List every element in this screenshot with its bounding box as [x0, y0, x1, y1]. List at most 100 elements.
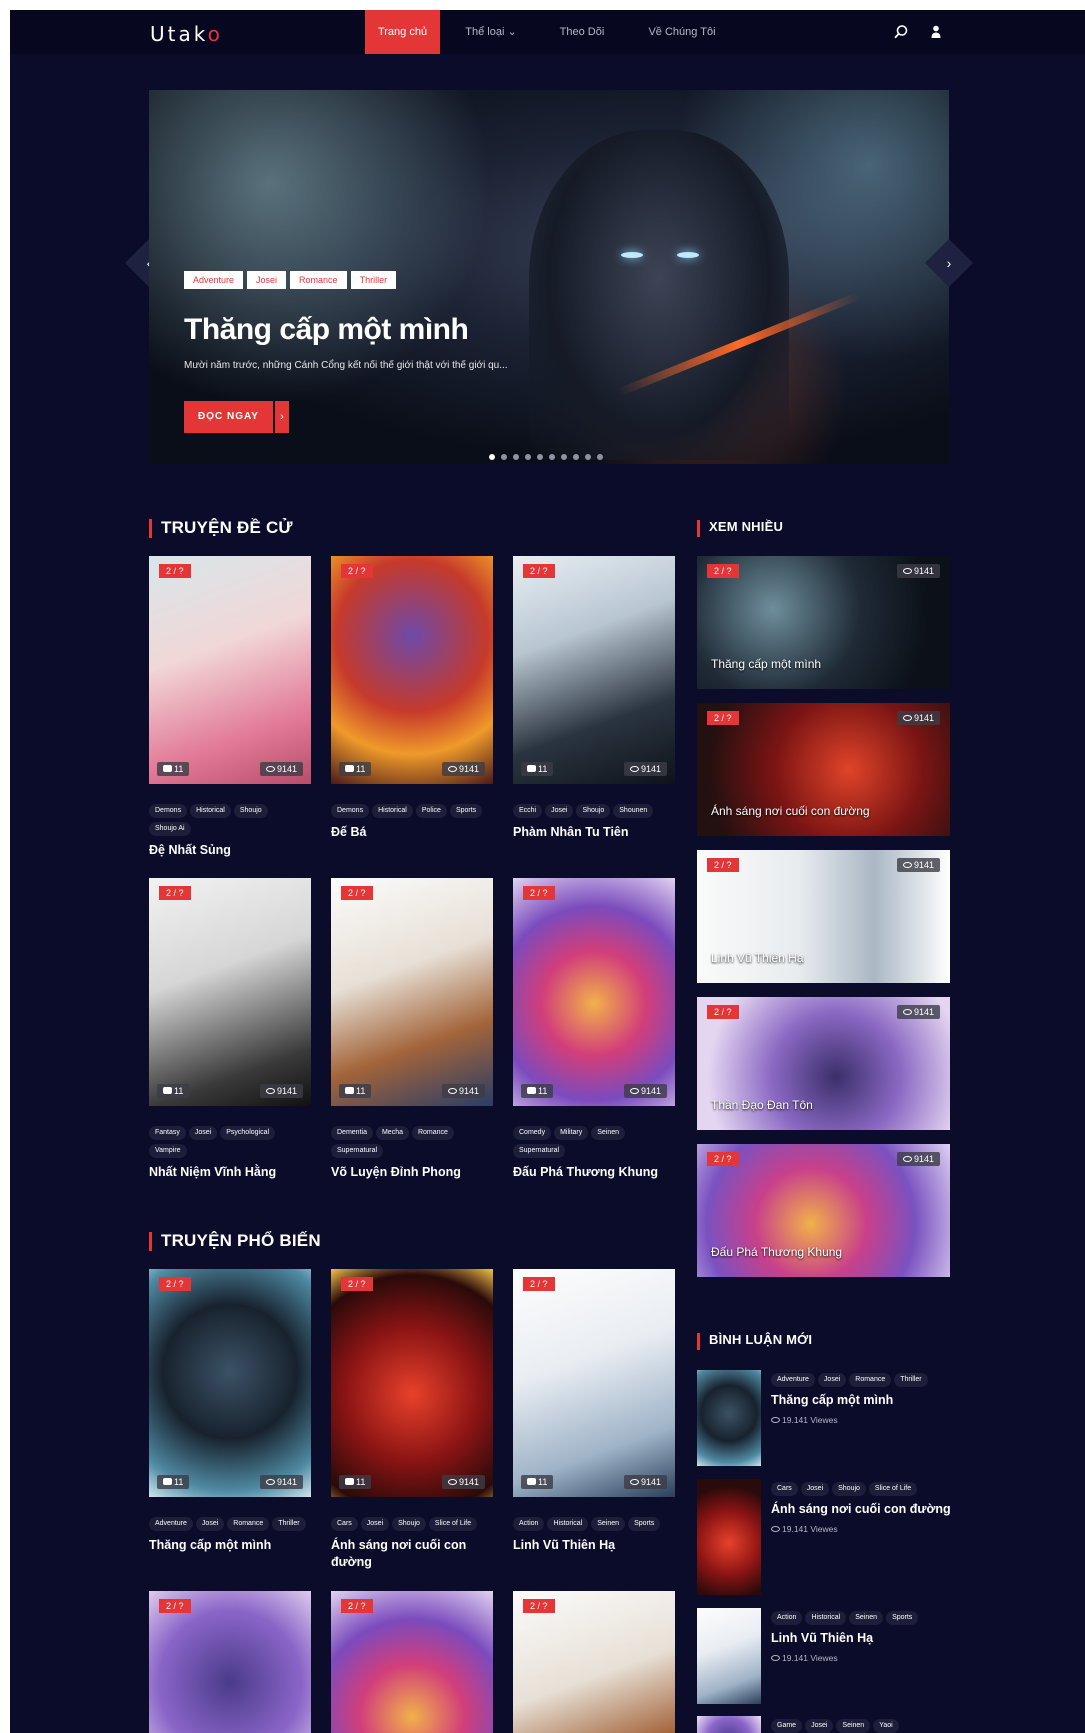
- genre-tag[interactable]: Cars: [771, 1482, 798, 1496]
- most-viewed-title[interactable]: Ánh sáng nơi cuối con đường: [711, 804, 870, 818]
- genre-tag[interactable]: Romance: [227, 1517, 270, 1531]
- comic-cover[interactable]: 2 / ? 11 9141: [331, 878, 493, 1106]
- comment-thumbnail[interactable]: [697, 1716, 761, 1733]
- genre-tag[interactable]: Dementia: [331, 1126, 373, 1140]
- genre-tag[interactable]: Military: [554, 1126, 589, 1140]
- comic-card[interactable]: 2 / ? 11 9141 Fantasy Josei Psychological Vam…: [149, 878, 311, 1181]
- comic-title[interactable]: Đệ Nhất Sủng: [149, 842, 311, 859]
- genre-tag[interactable]: Shoujo: [576, 804, 611, 818]
- slider-dot[interactable]: [525, 454, 531, 460]
- comic-title[interactable]: Thăng cấp một mình: [149, 1537, 311, 1554]
- nav-about[interactable]: Về Chúng Tôi: [638, 10, 726, 54]
- genre-tag[interactable]: Slice of Life: [868, 1482, 918, 1496]
- genre-tag[interactable]: Josei: [817, 1373, 847, 1387]
- comic-cover[interactable]: 2 / ?: [513, 1591, 675, 1733]
- genre-tag[interactable]: Romance: [849, 1373, 892, 1387]
- comic-card[interactable]: 2 / ? 11 9141 Demons Historical Shoujo Shoujo…: [149, 556, 311, 859]
- hero-tag[interactable]: Romance: [290, 271, 347, 289]
- genre-tag[interactable]: Game: [771, 1719, 803, 1733]
- hero-tag[interactable]: Thriller: [350, 271, 397, 289]
- most-viewed-item[interactable]: 2 / ? 9141 Ánh sáng nơi cuối con đường: [697, 703, 950, 836]
- comic-cover[interactable]: 2 / ?: [331, 1591, 493, 1733]
- genre-tag[interactable]: Seinen: [591, 1126, 626, 1140]
- genre-tag[interactable]: Demons: [331, 804, 370, 818]
- slider-dot[interactable]: [501, 454, 507, 460]
- genre-tag[interactable]: Seinen: [591, 1517, 626, 1531]
- comment-comic-title[interactable]: Thăng cấp một mình: [771, 1393, 951, 1407]
- comment-thumbnail[interactable]: [697, 1608, 761, 1704]
- read-now-button[interactable]: ĐỌC NGAY ›: [184, 401, 289, 433]
- genre-tag[interactable]: Supernatural: [513, 1144, 566, 1158]
- nav-following[interactable]: Theo Dõi: [552, 10, 612, 54]
- most-viewed-item[interactable]: 2 / ? 9141 Thăng cấp một mình: [697, 556, 950, 689]
- genre-tag[interactable]: Josei: [805, 1719, 834, 1733]
- comic-card[interactable]: 2 / ?: [331, 1591, 493, 1733]
- genre-tag[interactable]: Police: [415, 804, 447, 818]
- genre-tag[interactable]: Seinen: [836, 1719, 871, 1733]
- most-viewed-item[interactable]: 2 / ? 9141 Đấu Phá Thương Khung: [697, 1144, 950, 1277]
- user-icon[interactable]: [928, 24, 944, 40]
- genre-tag[interactable]: Yaoi: [873, 1719, 899, 1733]
- slider-dot[interactable]: [585, 454, 591, 460]
- genre-tag[interactable]: Vampire: [149, 1144, 187, 1158]
- search-icon[interactable]: [893, 24, 909, 40]
- genre-tag[interactable]: Shoujo: [392, 1517, 426, 1531]
- comic-title[interactable]: Đế Bá: [331, 824, 493, 841]
- comic-cover[interactable]: 2 / ? 11 9141: [149, 1269, 311, 1497]
- slider-dot[interactable]: [537, 454, 543, 460]
- genre-tag[interactable]: Historical: [372, 804, 413, 818]
- genre-tag[interactable]: Shounen: [613, 804, 654, 818]
- slider-dot[interactable]: [549, 454, 555, 460]
- genre-tag[interactable]: Shoujo: [832, 1482, 866, 1496]
- genre-tag[interactable]: Historical: [547, 1517, 589, 1531]
- genre-tag[interactable]: Demons: [149, 804, 188, 818]
- comment-comic-title[interactable]: Linh Vũ Thiên Hạ: [771, 1631, 951, 1645]
- comic-card[interactable]: 2 / ? 11 9141 Action Historical Seinen Sports…: [513, 1269, 675, 1554]
- genre-tag[interactable]: Seinen: [849, 1611, 884, 1625]
- comic-title[interactable]: Linh Vũ Thiên Hạ: [513, 1537, 675, 1554]
- comic-title[interactable]: Đấu Phá Thương Khung: [513, 1164, 675, 1181]
- comic-cover[interactable]: 2 / ?: [149, 1591, 311, 1733]
- genre-tag[interactable]: Josei: [800, 1482, 830, 1496]
- genre-tag[interactable]: Ecchi: [513, 804, 543, 818]
- genre-tag[interactable]: Thriller: [894, 1373, 928, 1387]
- most-viewed-title[interactable]: Thăng cấp một mình: [711, 657, 821, 671]
- genre-tag[interactable]: Mecha: [375, 1126, 409, 1140]
- comic-card[interactable]: 2 / ? 11 9141 Cars Josei Shoujo Slice of Life…: [331, 1269, 493, 1571]
- genre-tag[interactable]: Psychological: [220, 1126, 276, 1140]
- genre-tag[interactable]: Josei: [188, 1126, 218, 1140]
- comic-cover[interactable]: 2 / ? 11 9141: [149, 556, 311, 784]
- comic-card[interactable]: 2 / ? 11 9141 Ecchi Josei Shoujo Shounen Phàm …: [513, 556, 675, 841]
- comment-thumbnail[interactable]: [697, 1479, 761, 1595]
- comic-title[interactable]: Phàm Nhân Tu Tiên: [513, 824, 675, 841]
- slider-dot[interactable]: [489, 454, 495, 460]
- slider-dot[interactable]: [561, 454, 567, 460]
- genre-tag[interactable]: Sports: [886, 1611, 919, 1625]
- genre-tag[interactable]: Historical: [805, 1611, 847, 1625]
- most-viewed-title[interactable]: Linh Vũ Thiên Hạ: [711, 951, 804, 965]
- genre-tag[interactable]: Supernatural: [331, 1144, 384, 1158]
- genre-tag[interactable]: Historical: [190, 804, 231, 818]
- comic-title[interactable]: Võ Luyện Đỉnh Phong: [331, 1164, 493, 1181]
- slider-dot[interactable]: [573, 454, 579, 460]
- comic-cover[interactable]: 2 / ? 11 9141: [513, 878, 675, 1106]
- genre-tag[interactable]: Comedy: [513, 1126, 552, 1140]
- genre-tag[interactable]: Shoujo Ai: [149, 822, 191, 836]
- most-viewed-title[interactable]: Đấu Phá Thương Khung: [711, 1245, 842, 1259]
- comic-card[interactable]: 2 / ? 11 9141 Demons Historical Police Sports…: [331, 556, 493, 841]
- genre-tag[interactable]: Romance: [411, 1126, 454, 1140]
- comic-card[interactable]: 2 / ? 11 9141 Adventure Josei Romance Thrille…: [149, 1269, 311, 1554]
- genre-tag[interactable]: Action: [771, 1611, 803, 1625]
- comic-card[interactable]: 2 / ?: [513, 1591, 675, 1733]
- genre-tag[interactable]: Adventure: [149, 1517, 193, 1531]
- comic-title[interactable]: Ánh sáng nơi cuối con đường: [331, 1537, 493, 1571]
- genre-tag[interactable]: Shoujo: [233, 804, 268, 818]
- genre-tag[interactable]: Josei: [545, 804, 574, 818]
- comic-cover[interactable]: 2 / ? 11 9141: [331, 1269, 493, 1497]
- comic-title[interactable]: Nhất Niệm Vĩnh Hằng: [149, 1164, 311, 1181]
- genre-tag[interactable]: Slice of Life: [428, 1517, 478, 1531]
- most-viewed-title[interactable]: Thần Đạo Đan Tôn: [711, 1098, 813, 1112]
- hero-title[interactable]: Thăng cấp một mình: [184, 313, 469, 347]
- genre-tag[interactable]: Fantasy: [149, 1126, 186, 1140]
- comic-card[interactable]: 2 / ? 11 9141 Dementia Mecha Romance Supernat…: [331, 878, 493, 1181]
